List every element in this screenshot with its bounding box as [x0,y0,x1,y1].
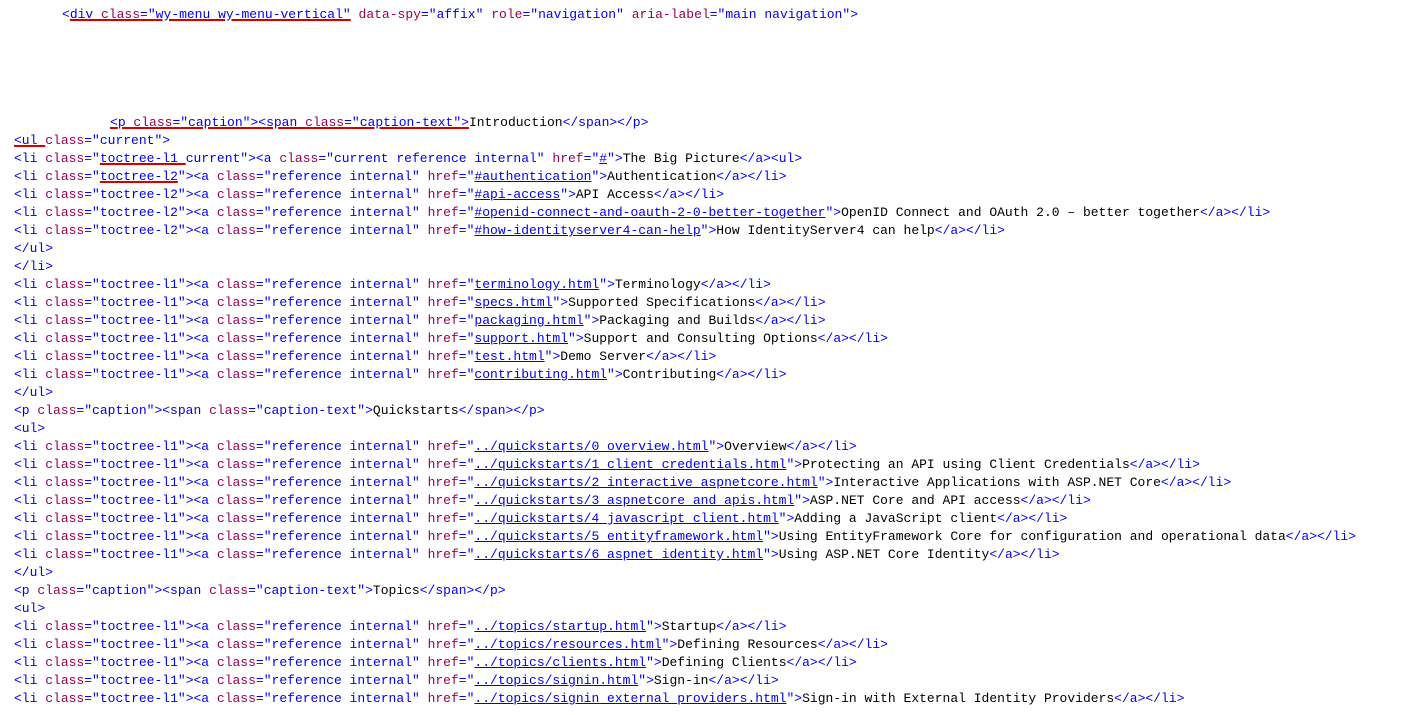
href-link[interactable]: ../topics/startup.html [474,619,646,634]
link-text: Protecting an API using Client Credentia… [802,457,1130,472]
caption-topics: <p class="caption"><span class="caption-… [14,582,1416,600]
href-link[interactable]: ../quickstarts/0_overview.html [474,439,708,454]
link-text: Authentication [607,169,716,184]
code-line: <li class="toctree-l1"><a class="referen… [14,456,1416,474]
underline2: < [110,115,118,130]
link-text: How IdentityServer4 can help [716,223,934,238]
code-line: <li class="toctree-l1"><a class="referen… [14,654,1416,672]
href-link[interactable]: #how-identityserver4-can-help [474,223,700,238]
href-link[interactable]: #openid-connect-and-oauth-2-0-better-tog… [474,205,825,220]
link-text: Demo Server [560,349,646,364]
code-line: <li class="toctree-l1"><a class="referen… [14,690,1416,708]
code-line: <ul> [14,420,1416,438]
code-line: <li class="toctree-l1"><a class="referen… [14,492,1416,510]
href-link[interactable]: #authentication [474,169,591,184]
code-line: <li class="toctree-l1"><a class="referen… [14,546,1416,564]
href-link[interactable]: ../topics/signin_external_providers.html [474,691,786,706]
href-link[interactable]: # [599,151,607,166]
code-line: <li class="toctree-l2"><a class="referen… [14,168,1416,186]
html-source-view: <div class="wy-menu wy-menu-vertical" da… [0,0,1416,708]
href-link[interactable]: terminology.html [474,277,599,292]
href-link[interactable]: ../topics/signin.html [474,673,638,688]
code-line: </ul> [14,384,1416,402]
code-line: <li class="toctree-l1"><a class="referen… [14,510,1416,528]
code-line: <ul> [14,600,1416,618]
code-line: <li class="toctree-l1"><a class="referen… [14,438,1416,456]
link-text: Defining Clients [662,655,787,670]
code-line: <li class="toctree-l1"><a class="referen… [14,330,1416,348]
code-line: <li class="toctree-l1"><a class="referen… [14,312,1416,330]
href-link[interactable]: ../quickstarts/2_interactive_aspnetcore.… [474,475,817,490]
code-line: <li class="toctree-l1"><a class="referen… [14,474,1416,492]
link-text: Packaging and Builds [599,313,755,328]
underline1: div [70,7,101,22]
link-text: Using ASP.NET Core Identity [779,547,990,562]
href-link[interactable]: ../quickstarts/6_aspnet_identity.html [474,547,763,562]
href-link[interactable]: contributing.html [474,367,607,382]
code-line: <li class="toctree-l1"><a class="referen… [14,366,1416,384]
link-text: Defining Resources [677,637,817,652]
code-line: <li class="toctree-l1"><a class="referen… [14,618,1416,636]
code-line: <li class="toctree-l2"><a class="referen… [14,186,1416,204]
link-text: Interactive Applications with ASP.NET Co… [833,475,1161,490]
code-line: <li class="toctree-l1 current"><a class=… [14,150,1416,168]
code-line: <li class="toctree-l2"><a class="referen… [14,222,1416,240]
href-link[interactable]: ../quickstarts/1_client_credentials.html [474,457,786,472]
code-line: <li class="toctree-l1"><a class="referen… [14,294,1416,312]
link-text: Overview [724,439,786,454]
href-link[interactable]: #api-access [474,187,560,202]
href-link[interactable]: test.html [474,349,544,364]
code-line: <li class="toctree-l1"><a class="referen… [14,348,1416,366]
href-link[interactable]: ../quickstarts/3_aspnetcore_and_apis.htm… [474,493,794,508]
code-line: <li class="toctree-l1"><a class="referen… [14,528,1416,546]
link-text: Startup [662,619,717,634]
href-link[interactable]: packaging.html [474,313,583,328]
link-text: Adding a JavaScript client [794,511,997,526]
code-line: <li class="toctree-l2"><a class="referen… [14,204,1416,222]
link-text: Support and Consulting Options [584,331,818,346]
href-link[interactable]: ../topics/resources.html [474,637,661,652]
code-line: <li class="toctree-l1"><a class="referen… [14,672,1416,690]
link-text: Terminology [615,277,701,292]
code-line: </ul> [14,564,1416,582]
code-line: </ul> [14,240,1416,258]
caption-introduction: <p class="caption"><span class="caption-… [14,114,1416,132]
href-link[interactable]: ../topics/clients.html [474,655,646,670]
link-text: OpenID Connect and OAuth 2.0 – better to… [841,205,1200,220]
link-text: Supported Specifications [568,295,755,310]
link-text: Sign-in with External Identity Providers [802,691,1114,706]
link-text: Sign-in [654,673,709,688]
code-line: <ul class="current"> [14,132,1416,150]
href-link[interactable]: ../quickstarts/4_javascript_client.html [474,511,778,526]
link-text: API Access [576,187,654,202]
href-link[interactable]: ../quickstarts/5_entityframework.html [474,529,763,544]
link-text: Using EntityFramework Core for configura… [779,529,1286,544]
link-text: Contributing [623,367,717,382]
code-line: </li> [14,258,1416,276]
caption-quickstarts: <p class="caption"><span class="caption-… [14,402,1416,420]
code-line: <li class="toctree-l1"><a class="referen… [14,276,1416,294]
link-text: ASP.NET Core and API access [810,493,1021,508]
href-link[interactable]: specs.html [474,295,552,310]
code-line: <li class="toctree-l1"><a class="referen… [14,636,1416,654]
href-link[interactable]: support.html [474,331,568,346]
code-line: <div class="wy-menu wy-menu-vertical" da… [14,6,1416,24]
